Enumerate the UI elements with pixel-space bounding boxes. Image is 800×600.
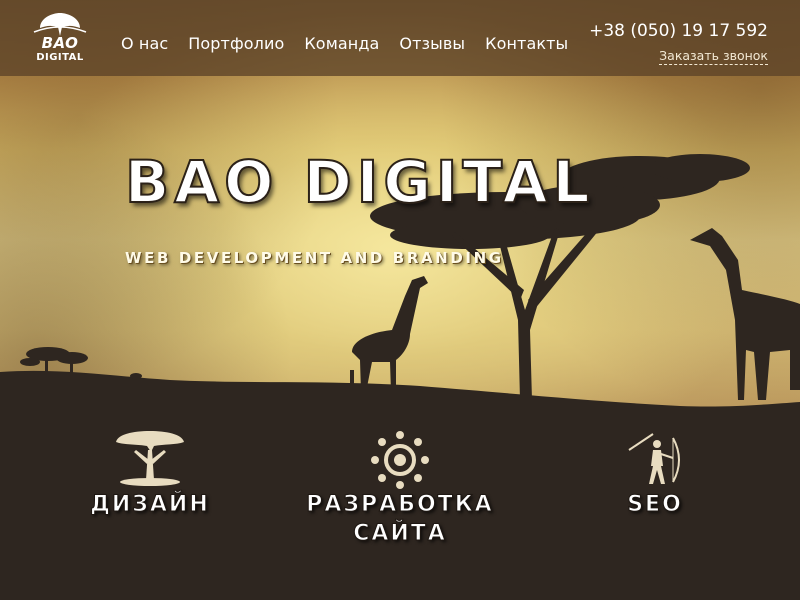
service-label-line1: РАЗРАБОТКА bbox=[306, 492, 494, 518]
giraffe-small bbox=[350, 276, 428, 392]
logo[interactable]: BAO DIGITAL bbox=[30, 10, 90, 68]
service-label: ДИЗАЙН bbox=[90, 492, 210, 518]
giraffe-large bbox=[690, 228, 800, 400]
header-contacts: +38 (050) 19 17 592 Заказать звонок bbox=[589, 21, 768, 65]
acacia-tree-icon bbox=[116, 431, 184, 486]
service-seo[interactable]: SEO bbox=[600, 430, 710, 519]
nav-link-team[interactable]: Команда bbox=[304, 34, 379, 53]
request-callback-link[interactable]: Заказать звонок bbox=[659, 48, 768, 65]
service-label: SEO bbox=[627, 492, 683, 518]
service-design[interactable]: ДИЗАЙН bbox=[80, 430, 220, 519]
service-development[interactable]: РАЗРАБОТКА САЙТА bbox=[300, 430, 500, 548]
phone-number[interactable]: +38 (050) 19 17 592 bbox=[589, 21, 768, 41]
hero-subtitle: WEB DEVELOPMENT AND BRANDING bbox=[125, 249, 504, 267]
site-header: BAO DIGITAL О нас Портфолио Команда Отзы… bbox=[0, 0, 800, 76]
logo-text-bottom: DIGITAL bbox=[36, 52, 84, 63]
logo-text-top: BAO bbox=[41, 34, 79, 52]
nav-link-portfolio[interactable]: Портфолио bbox=[188, 34, 284, 53]
hero-title: BAO DIGITAL bbox=[124, 148, 595, 216]
hunter-icon bbox=[628, 433, 680, 484]
nav-link-about[interactable]: О нас bbox=[121, 34, 168, 53]
gear-sun-icon bbox=[371, 431, 429, 489]
main-nav: О нас Портфолио Команда Отзывы Контакты bbox=[121, 34, 568, 53]
nav-link-reviews[interactable]: Отзывы bbox=[399, 34, 465, 53]
nav-link-contacts[interactable]: Контакты bbox=[485, 34, 568, 53]
service-label-line2: САЙТА bbox=[353, 521, 447, 547]
